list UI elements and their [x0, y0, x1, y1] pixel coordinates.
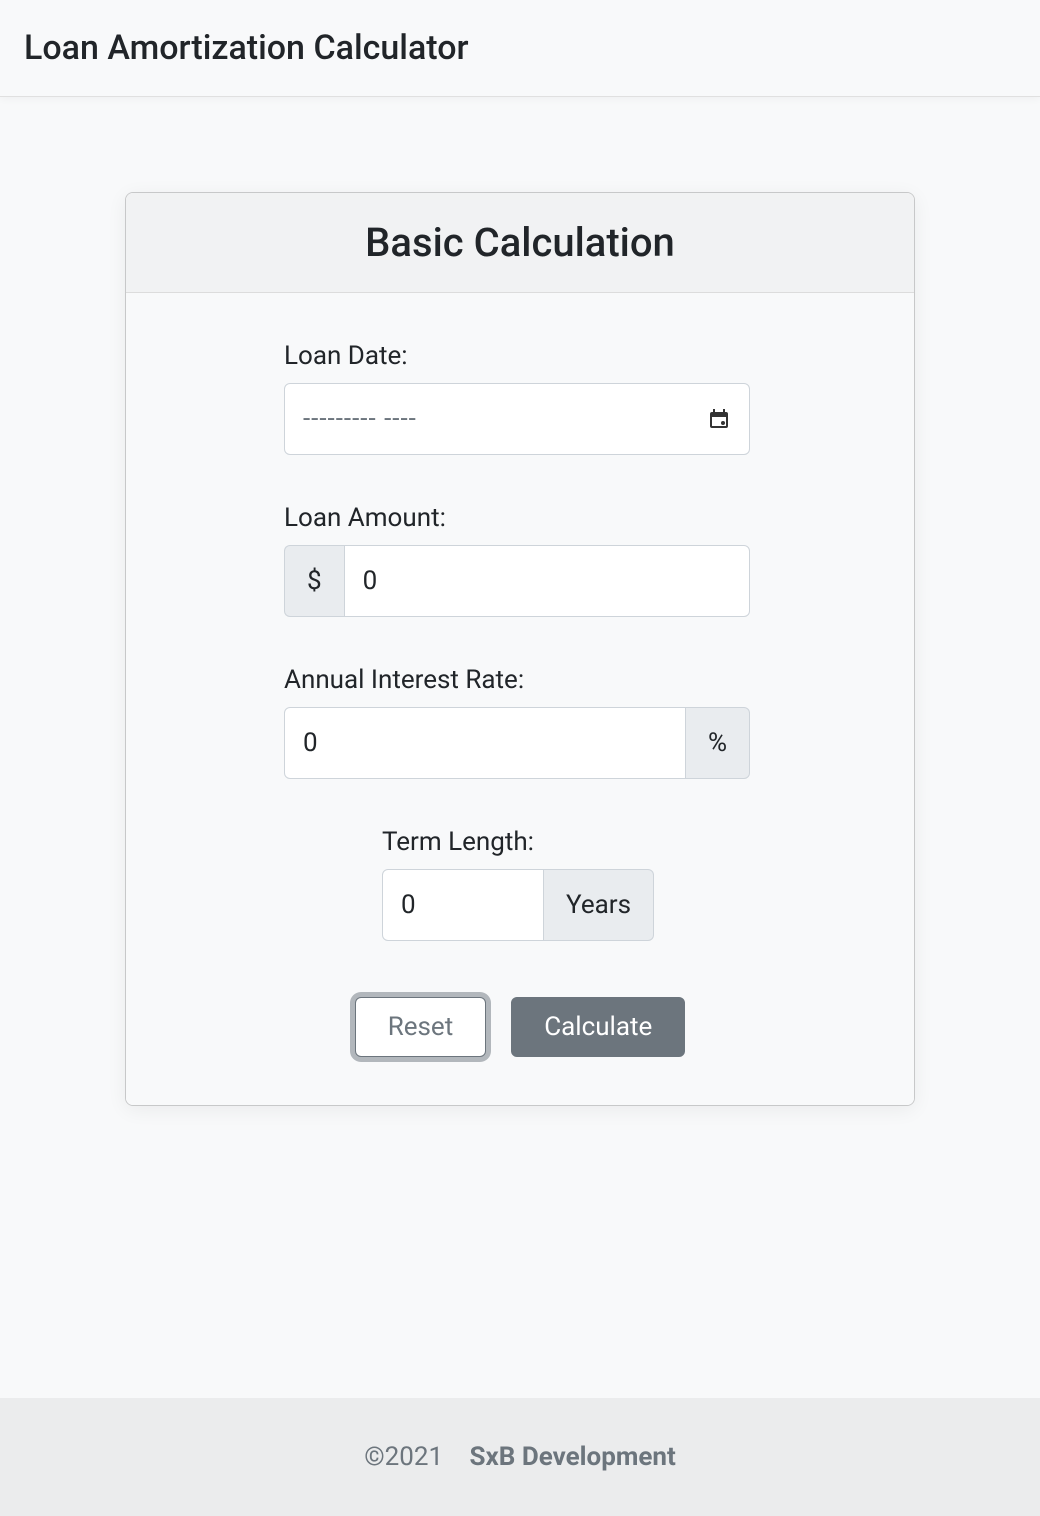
button-row: Reset Calculate: [284, 997, 756, 1057]
term-length-input-group: Years: [382, 869, 654, 941]
loan-date-input[interactable]: --------- ----: [284, 383, 750, 455]
copyright-text: ©2021: [364, 1442, 443, 1472]
term-length-group: Term Length: Years: [382, 827, 756, 941]
main-content: Basic Calculation Loan Date: --------- -…: [0, 97, 1040, 1106]
reset-button[interactable]: Reset: [355, 997, 487, 1057]
card-header: Basic Calculation: [126, 193, 914, 293]
loan-date-group: Loan Date: --------- ----: [284, 341, 756, 455]
term-length-input[interactable]: [382, 869, 544, 941]
page-footer: ©2021 SxB Development: [0, 1398, 1040, 1516]
years-suffix: Years: [544, 869, 654, 941]
page-header: Loan Amortization Calculator: [0, 0, 1040, 97]
dollar-prefix: $: [284, 545, 344, 617]
interest-rate-input-group: %: [284, 707, 750, 779]
interest-rate-group: Annual Interest Rate: %: [284, 665, 756, 779]
calculate-button[interactable]: Calculate: [511, 997, 685, 1057]
loan-date-placeholder: --------- ----: [303, 404, 417, 434]
loan-amount-label: Loan Amount:: [284, 503, 756, 533]
calculator-card: Basic Calculation Loan Date: --------- -…: [125, 192, 915, 1106]
loan-amount-input-group: $: [284, 545, 750, 617]
page-title: Loan Amortization Calculator: [24, 28, 1016, 68]
card-title: Basic Calculation: [150, 219, 890, 266]
footer-text: ©2021 SxB Development: [0, 1442, 1040, 1472]
interest-rate-input[interactable]: [284, 707, 686, 779]
percent-suffix: %: [686, 707, 750, 779]
loan-amount-group: Loan Amount: $: [284, 503, 756, 617]
loan-amount-input[interactable]: [344, 545, 750, 617]
term-length-label: Term Length:: [382, 827, 756, 857]
calendar-icon: [707, 407, 731, 431]
interest-rate-label: Annual Interest Rate:: [284, 665, 756, 695]
loan-date-label: Loan Date:: [284, 341, 756, 371]
footer-author-link[interactable]: SxB Development: [470, 1442, 676, 1472]
card-body: Loan Date: --------- ---- Loan Amount: $: [126, 293, 914, 1105]
